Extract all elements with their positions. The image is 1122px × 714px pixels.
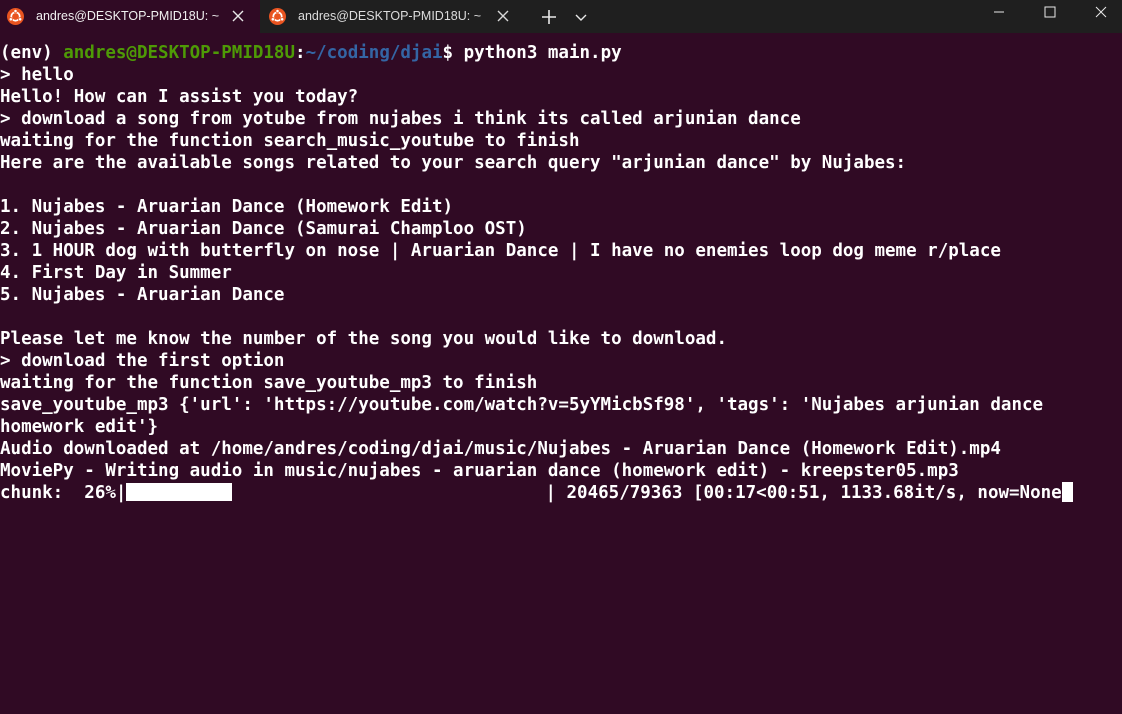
maximize-button[interactable] [1026,0,1072,26]
prompt-env: (env) [0,43,64,63]
output-line: Hello! How can I assist you today? [0,87,359,107]
ubuntu-icon [7,8,24,25]
prompt-command: python3 main.py [453,43,622,63]
output-line: 1. Nujabes - Aruarian Dance (Homework Ed… [0,197,454,217]
tab-bar: andres@DESKTOP-PMID18U: ~ andres@DESKTOP… [0,0,1122,33]
maximize-icon [1044,6,1056,18]
output-line: Here are the available songs related to … [0,153,907,173]
close-icon[interactable] [494,7,512,25]
prompt-user-host: andres@DESKTOP-PMID18U [63,43,296,63]
minimize-button[interactable] [975,0,1021,26]
tab-title: andres@DESKTOP-PMID18U: ~ [36,9,220,23]
prompt-symbol: $ [442,43,454,63]
output-line: Please let me know the number of the son… [0,329,727,349]
output-line: homework edit'} [0,417,159,437]
output-line: waiting for the function search_music_yo… [0,131,580,151]
output-line: 2. Nujabes - Aruarian Dance (Samurai Cha… [0,219,527,239]
terminal-output[interactable]: (env) andres@DESKTOP-PMID18U:~/coding/dj… [0,40,1122,714]
output-line: > download the first option [0,351,285,371]
tab-title: andres@DESKTOP-PMID18U: ~ [298,9,482,23]
tab-inactive[interactable]: andres@DESKTOP-PMID18U: ~ [262,0,520,33]
terminal-cursor [1061,482,1073,502]
output-line: 5. Nujabes - Aruarian Dance [0,285,285,305]
progress-suffix: | 20465/79363 [00:17<00:51, 1133.68it/s,… [545,483,1062,503]
new-tab-icon[interactable] [538,6,560,28]
output-line: Audio downloaded at /home/andres/coding/… [0,439,1001,459]
prompt-line: (env) andres@DESKTOP-PMID18U:~/coding/dj… [0,42,1122,64]
close-icon [1095,6,1107,18]
chevron-down-icon[interactable] [573,9,589,25]
minimize-icon [994,11,1004,13]
progress-line: chunk: 26%| | 20465/79363 [00:17<00:51, 1… [0,482,1122,504]
output-line: MoviePy - Writing audio in music/nujabes… [0,461,959,481]
terminal-window: andres@DESKTOP-PMID18U: ~ andres@DESKTOP… [0,0,1122,714]
output-line: 4. First Day in Summer [0,263,232,283]
output-line: > download a song from yotube from nujab… [0,109,801,129]
prompt-path: ~/coding/djai [305,43,443,63]
ubuntu-icon [269,8,286,25]
output-line: save_youtube_mp3 {'url': 'https://youtub… [0,395,1044,415]
output-line: 3. 1 HOUR dog with butterfly on nose | A… [0,241,1001,261]
progress-bar-fill [126,483,233,501]
output-line: waiting for the function save_youtube_mp… [0,373,538,393]
prompt-colon: : [295,43,306,63]
tab-active[interactable]: andres@DESKTOP-PMID18U: ~ [0,0,260,33]
output-line: > hello [0,65,74,85]
progress-prefix: chunk: 26%| [0,483,127,503]
window-close-button[interactable] [1077,0,1122,26]
close-icon[interactable] [229,7,247,25]
